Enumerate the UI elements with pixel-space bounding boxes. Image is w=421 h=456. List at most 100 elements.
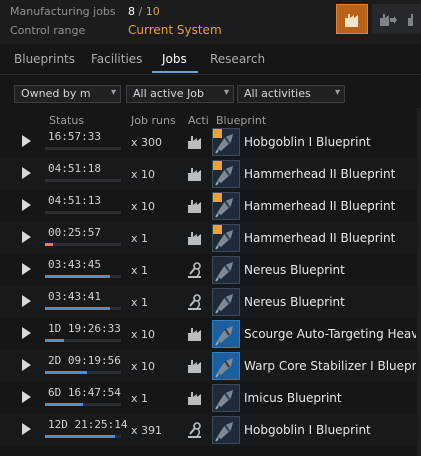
table-row[interactable]: 04:51:18 x 10 Hammerhead II Blueprint bbox=[0, 158, 421, 190]
owner-filter-dropdown[interactable]: Owned by m ▾ bbox=[14, 85, 121, 103]
deliver-play-icon[interactable] bbox=[22, 359, 31, 371]
blueprint-thumbnail[interactable] bbox=[212, 224, 240, 252]
header-panel: Manufacturing jobs 8 / 10 Control range Cu… bbox=[0, 0, 421, 44]
deliver-play-icon[interactable] bbox=[22, 295, 31, 307]
progress-bar bbox=[45, 435, 121, 438]
ship-icon bbox=[215, 422, 233, 442]
tab-blueprints[interactable]: Blueprints bbox=[14, 52, 75, 66]
progress-fill bbox=[45, 307, 110, 310]
deliver-play-icon[interactable] bbox=[22, 199, 31, 211]
table-row[interactable]: 2D 09:19:56 x 10 Warp Core Stabilizer I Bl… bbox=[0, 350, 421, 382]
blueprint-thumbnail[interactable] bbox=[212, 320, 240, 348]
tech-level-badge bbox=[213, 129, 222, 138]
deliver-play-icon[interactable] bbox=[22, 263, 31, 275]
blueprint-thumbnail[interactable] bbox=[212, 416, 240, 444]
table-row[interactable]: 1D 19:26:33 x 10 Scourge Auto-Targeting He… bbox=[0, 318, 421, 350]
deliver-play-icon[interactable] bbox=[22, 135, 31, 147]
tab-research[interactable]: Research bbox=[210, 52, 265, 66]
owner-filter-value: Owned by m bbox=[21, 87, 91, 100]
blueprint-name[interactable]: Nereus Blueprint bbox=[244, 263, 416, 277]
progress-bar bbox=[45, 371, 121, 374]
progress-fill bbox=[45, 243, 53, 246]
blueprint-thumbnail[interactable] bbox=[212, 384, 240, 412]
research-icon bbox=[186, 421, 204, 439]
table-row[interactable]: 12D 21:25:14 x 391 Hobgoblin I Blueprint bbox=[0, 414, 421, 446]
jobs-max: 10 bbox=[145, 5, 160, 18]
table-row[interactable]: 03:43:41 x 1 Nereus Blueprint bbox=[0, 286, 421, 318]
deliver-play-icon[interactable] bbox=[22, 423, 31, 435]
blueprint-thumbnail[interactable] bbox=[212, 128, 240, 156]
ship-icon bbox=[215, 294, 233, 314]
blueprint-name[interactable]: Hobgoblin I Blueprint bbox=[244, 423, 416, 437]
ship-icon bbox=[215, 358, 233, 378]
progress-bar bbox=[45, 275, 121, 278]
blueprint-name[interactable]: Imicus Blueprint bbox=[244, 391, 416, 405]
factory-icon bbox=[345, 14, 358, 27]
deliver-play-icon[interactable] bbox=[22, 327, 31, 339]
blueprint-name[interactable]: Scourge Auto-Targeting Heavy bbox=[244, 327, 416, 341]
job-runs: x 300 bbox=[131, 136, 163, 149]
active-tab-indicator bbox=[152, 71, 198, 73]
status-timer: 00:25:57 bbox=[48, 226, 101, 239]
blueprint-name[interactable]: Hammerhead II Blueprint bbox=[244, 167, 416, 181]
blueprint-name[interactable]: Warp Core Stabilizer I Blueprin bbox=[244, 359, 416, 373]
table-row[interactable]: 03:43:45 x 1 Nereus Blueprint bbox=[0, 254, 421, 286]
blueprint-name[interactable]: Hammerhead II Blueprint bbox=[244, 231, 416, 245]
manufacturing-icon bbox=[186, 229, 204, 247]
more-mode-button[interactable] bbox=[404, 4, 421, 34]
job-runs: x 1 bbox=[131, 264, 149, 277]
blueprint-name[interactable]: Nereus Blueprint bbox=[244, 295, 416, 309]
ship-icon bbox=[215, 262, 233, 282]
tech-level-badge bbox=[213, 161, 222, 170]
job-runs: x 10 bbox=[131, 360, 156, 373]
progress-bar bbox=[45, 339, 121, 342]
table-row[interactable]: 6D 16:47:54 x 1 Imicus Blueprint bbox=[0, 382, 421, 414]
job-runs: x 391 bbox=[131, 424, 163, 437]
control-range-value[interactable]: Current System bbox=[128, 23, 222, 37]
control-range-row: Control range Current System bbox=[10, 23, 222, 37]
research-icon bbox=[186, 261, 204, 279]
blueprint-thumbnail[interactable] bbox=[212, 192, 240, 220]
activities-filter-dropdown[interactable]: All activities ▾ bbox=[237, 85, 345, 103]
manufacturing-icon bbox=[186, 389, 204, 407]
status-timer: 2D 09:19:56 bbox=[48, 354, 121, 367]
progress-fill bbox=[45, 371, 87, 374]
table-row[interactable]: 16:57:33 x 300 Hobgoblin I Blueprint bbox=[0, 126, 421, 158]
factory-partial-icon bbox=[408, 14, 413, 26]
table-row[interactable]: 00:25:57 x 1 Hammerhead II Blueprint bbox=[0, 222, 421, 254]
copy-mode-button[interactable] bbox=[372, 4, 404, 34]
manufacturing-icon bbox=[186, 357, 204, 375]
research-icon bbox=[186, 293, 204, 311]
tab-jobs[interactable]: Jobs bbox=[162, 52, 187, 66]
blueprint-name[interactable]: Hobgoblin I Blueprint bbox=[244, 135, 416, 149]
status-timer: 04:51:18 bbox=[48, 162, 101, 175]
blueprint-thumbnail[interactable] bbox=[212, 160, 240, 188]
blueprint-thumbnail[interactable] bbox=[212, 256, 240, 284]
deliver-play-icon[interactable] bbox=[22, 391, 31, 403]
progress-fill bbox=[45, 339, 64, 342]
blueprint-thumbnail[interactable] bbox=[212, 288, 240, 316]
deliver-play-icon[interactable] bbox=[22, 231, 31, 243]
jobs-filter-dropdown[interactable]: All active Job ▾ bbox=[126, 85, 234, 103]
progress-bar bbox=[45, 243, 121, 246]
chevron-down-icon: ▾ bbox=[334, 87, 340, 98]
manufacturing-mode-button[interactable] bbox=[336, 4, 368, 34]
manufacturing-icon bbox=[186, 325, 204, 343]
blueprint-name[interactable]: Hammerhead II Blueprint bbox=[244, 199, 416, 213]
tab-facilities[interactable]: Facilities bbox=[91, 52, 142, 66]
deliver-play-icon[interactable] bbox=[22, 167, 31, 179]
tab-bar: Blueprints Facilities Jobs Research bbox=[0, 44, 421, 75]
status-timer: 04:51:13 bbox=[48, 194, 101, 207]
table-row[interactable]: 04:51:13 x 10 Hammerhead II Blueprint bbox=[0, 190, 421, 222]
control-range-label: Control range bbox=[10, 24, 86, 37]
job-runs: x 10 bbox=[131, 328, 156, 341]
blueprint-thumbnail[interactable] bbox=[212, 352, 240, 380]
job-runs: x 10 bbox=[131, 200, 156, 213]
jobs-separator: / bbox=[138, 5, 143, 18]
job-runs: x 10 bbox=[131, 168, 156, 181]
tech-level-badge bbox=[213, 193, 222, 202]
job-runs: x 1 bbox=[131, 392, 149, 405]
status-timer: 16:57:33 bbox=[48, 130, 101, 143]
scrollbar[interactable] bbox=[417, 108, 421, 456]
job-runs: x 1 bbox=[131, 232, 149, 245]
